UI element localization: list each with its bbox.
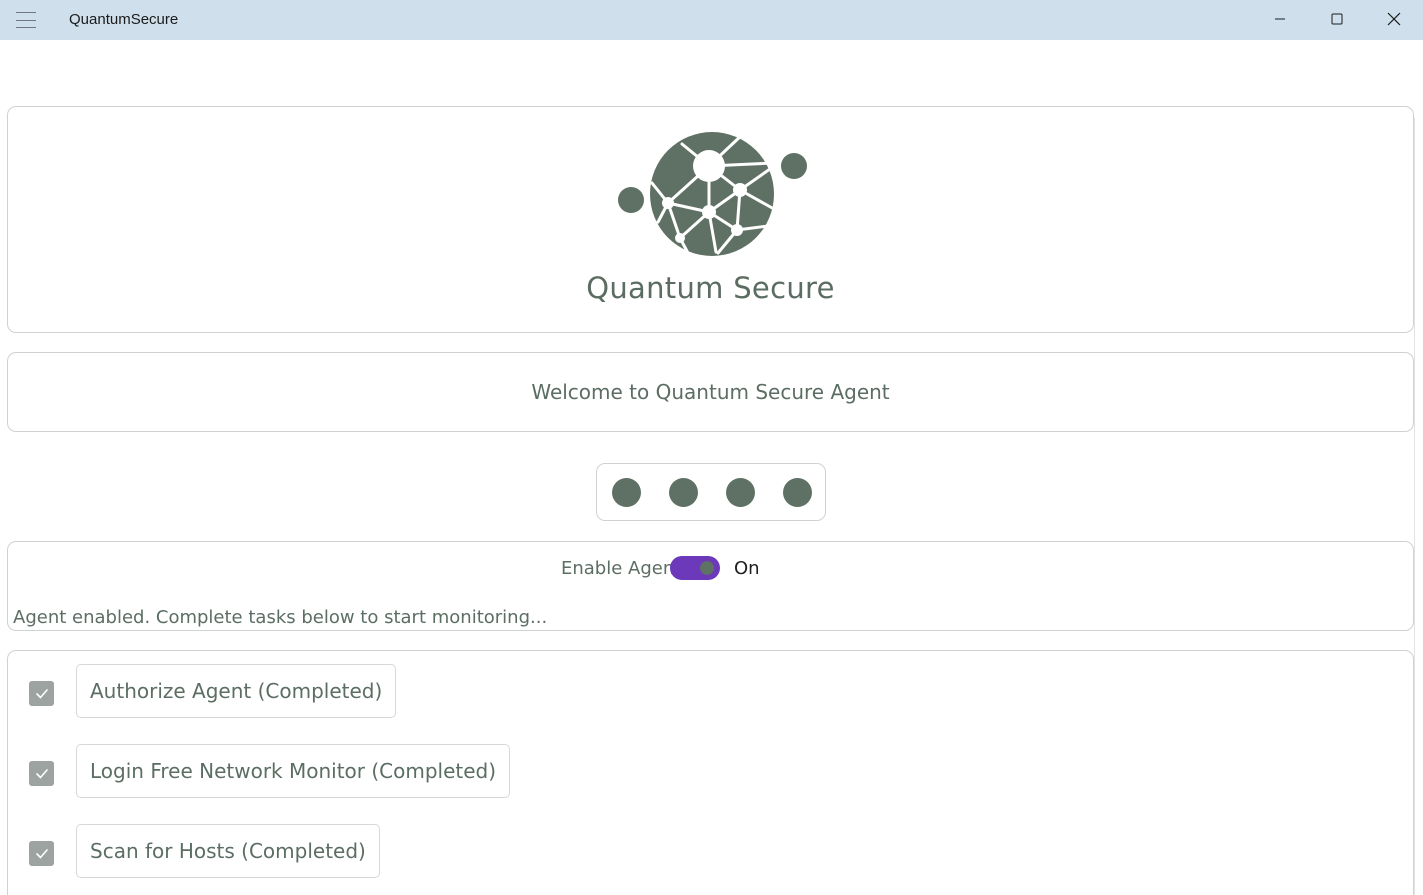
- close-button[interactable]: [1366, 0, 1422, 38]
- close-icon: [1387, 12, 1401, 26]
- enable-agent-label: Enable Agent: [561, 558, 682, 579]
- task-checkbox[interactable]: [29, 681, 54, 706]
- title-bar: QuantumSecure: [0, 0, 1423, 40]
- toggle-knob: [700, 561, 714, 575]
- checkmark-icon: [35, 768, 48, 778]
- hamburger-icon[interactable]: [16, 12, 36, 28]
- maximize-button[interactable]: [1309, 0, 1365, 38]
- window-title: QuantumSecure: [69, 11, 179, 28]
- progress-dot: [669, 478, 698, 507]
- logo-card: Quantum Secure: [7, 106, 1414, 333]
- app-window: QuantumSecure Quantum Secure Welcome to …: [0, 0, 1423, 895]
- progress-dot: [612, 478, 641, 507]
- checkmark-icon: [35, 848, 48, 858]
- progress-dots: [596, 463, 826, 521]
- brand-name: Quantum Secure: [586, 271, 835, 305]
- task-checkbox[interactable]: [29, 761, 54, 786]
- minimize-button[interactable]: [1252, 0, 1308, 38]
- welcome-heading: Welcome to Quantum Secure Agent: [531, 380, 890, 404]
- progress-dot: [726, 478, 755, 507]
- toggle-state-label: On: [734, 558, 760, 579]
- task-login-network-monitor-button[interactable]: Login Free Network Monitor (Completed): [76, 744, 511, 798]
- progress-dot: [783, 478, 812, 507]
- scroll-region-edge: [1414, 118, 1418, 895]
- task-checkbox[interactable]: [29, 841, 54, 866]
- tasks-card: Authorize Agent (Completed) Login Free N…: [7, 650, 1414, 895]
- task-authorize-agent-button[interactable]: Authorize Agent (Completed): [76, 664, 397, 718]
- network-globe-logo: [618, 132, 807, 256]
- checkmark-icon: [35, 688, 48, 698]
- welcome-card: Welcome to Quantum Secure Agent: [7, 352, 1414, 432]
- enable-agent-toggle[interactable]: [670, 556, 720, 580]
- enable-agent-card: Enable Agent On Agent enabled. Complete …: [7, 541, 1414, 631]
- task-scan-hosts-button[interactable]: Scan for Hosts (Completed): [76, 824, 380, 878]
- minimize-icon: [1275, 18, 1285, 20]
- agent-status-text: Agent enabled. Complete tasks below to s…: [13, 607, 548, 628]
- maximize-icon: [1331, 13, 1343, 25]
